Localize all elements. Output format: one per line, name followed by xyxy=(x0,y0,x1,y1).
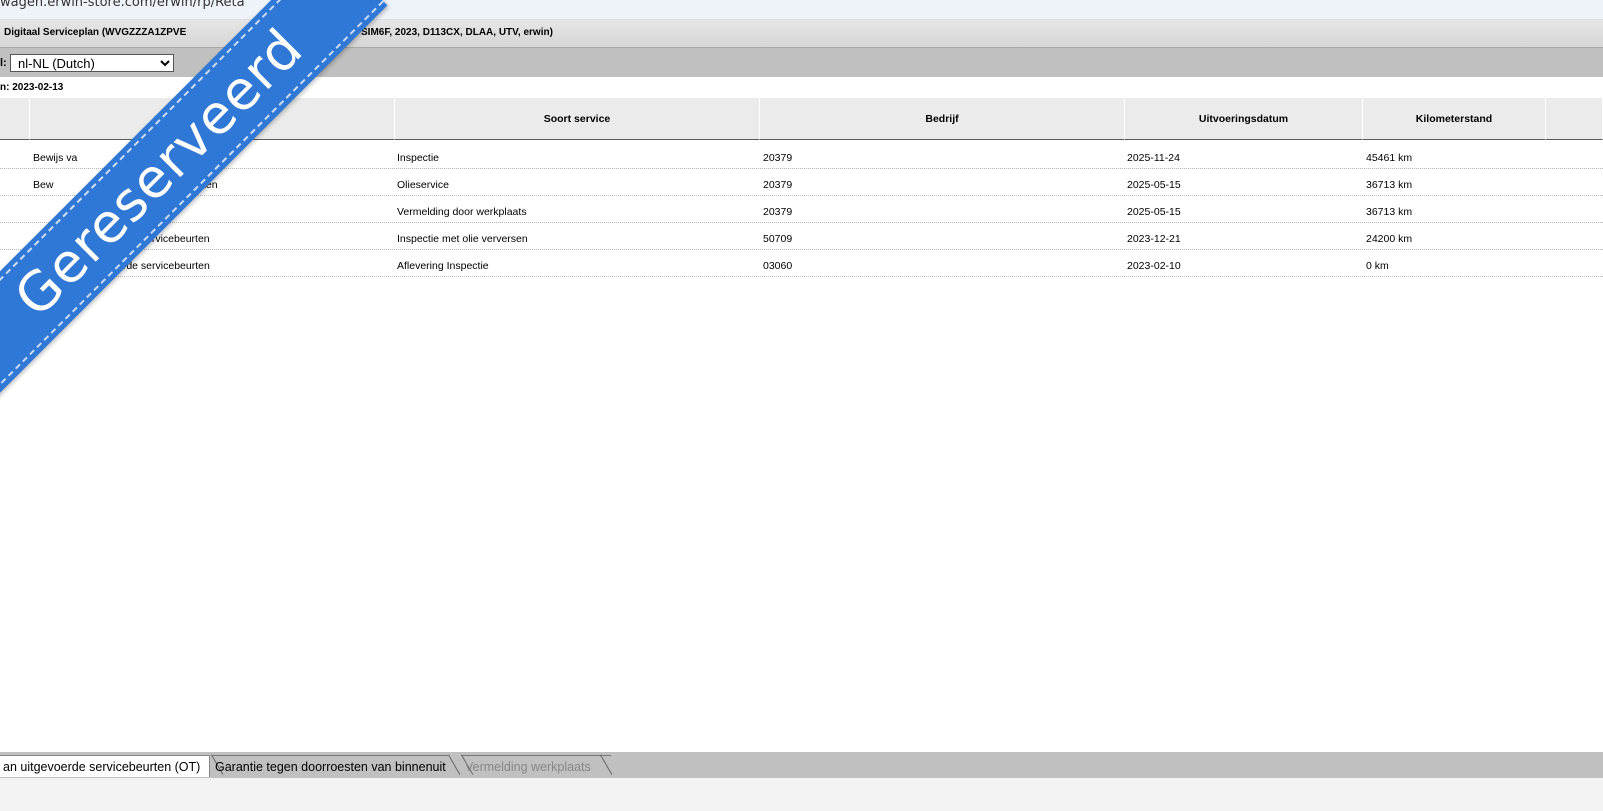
table-row[interactable]: ervicebeurten Inspectie met olie ververs… xyxy=(0,223,1603,250)
tab-rust-warranty[interactable]: Garantie tegen doorroesten van binnenuit xyxy=(211,755,448,777)
page-title: Digitaal Serviceplan (WVGZZZA1ZPVE xyxy=(4,27,187,38)
registration-date: n: 2023-02-13 xyxy=(0,82,64,93)
row-date: 2025-05-15 xyxy=(1127,206,1181,218)
row-date: 2025-11-24 xyxy=(1127,152,1180,164)
row-service-type: Olieservice xyxy=(397,179,449,191)
row-mileage: 45461 km xyxy=(1366,152,1413,164)
row-service-type: Aflevering Inspectie xyxy=(397,260,489,272)
tab-workshop-notice[interactable]: Vermelding werkplaats xyxy=(461,755,611,777)
column-header-extra xyxy=(1546,98,1603,140)
tab-bar: an uitgevoerde servicebeurten (OT) Garan… xyxy=(0,752,1603,778)
table-row[interactable]: Vermelding door werkplaats 20379 2025-05… xyxy=(0,196,1603,223)
row-mileage: 36713 km xyxy=(1366,206,1413,218)
row-service-type: Inspectie xyxy=(397,152,440,164)
row-date: 2023-02-10 xyxy=(1127,260,1181,272)
row-company: 20379 xyxy=(763,152,793,164)
row-mileage: 24200 km xyxy=(1366,233,1413,245)
row-date: 2025-05-15 xyxy=(1127,179,1181,191)
table-row[interactable]: erde servicebeurten Aflevering Inspectie… xyxy=(0,250,1603,277)
url-text: wagen.erwin-store.com/erwin/rp/Reta xyxy=(0,0,245,10)
address-bar[interactable]: wagen.erwin-store.com/erwin/rp/Reta xyxy=(0,0,1603,20)
table-row[interactable]: Bew ten Olieservice 20379 2025-05-15 367… xyxy=(0,169,1603,196)
row-date: 2023-12-21 xyxy=(1127,233,1181,245)
column-header-company[interactable]: Bedrijf xyxy=(760,98,1125,140)
row-name: Bew xyxy=(33,179,54,191)
language-label: l: xyxy=(0,57,7,69)
row-company: 20379 xyxy=(763,206,793,218)
row-service-type: Vermelding door werkplaats xyxy=(397,206,527,218)
page-title-continued: SIM6F, 2023, D113CX, DLAA, UTV, erwin) xyxy=(361,27,553,38)
row-company: 20379 xyxy=(763,179,793,191)
tab-divider xyxy=(448,754,461,775)
row-mileage: 0 km xyxy=(1366,260,1389,272)
row-company: 03060 xyxy=(763,260,793,272)
tab-performed-services[interactable]: an uitgevoerde servicebeurten (OT) xyxy=(0,755,210,777)
footer-area xyxy=(0,778,1603,811)
row-name: Bewijs va xyxy=(33,152,78,164)
row-service-type: Inspectie met olie verversen xyxy=(397,233,528,245)
column-header-service-type[interactable]: Soort service xyxy=(395,98,760,140)
row-company: 50709 xyxy=(763,233,793,245)
column-header-mileage[interactable]: Kilometerstand xyxy=(1363,98,1546,140)
row-mileage: 36713 km xyxy=(1366,179,1413,191)
column-header-date[interactable]: Uitvoeringsdatum xyxy=(1125,98,1363,140)
column-header-empty xyxy=(0,98,30,140)
language-select[interactable]: nl-NL (Dutch) xyxy=(10,54,174,72)
